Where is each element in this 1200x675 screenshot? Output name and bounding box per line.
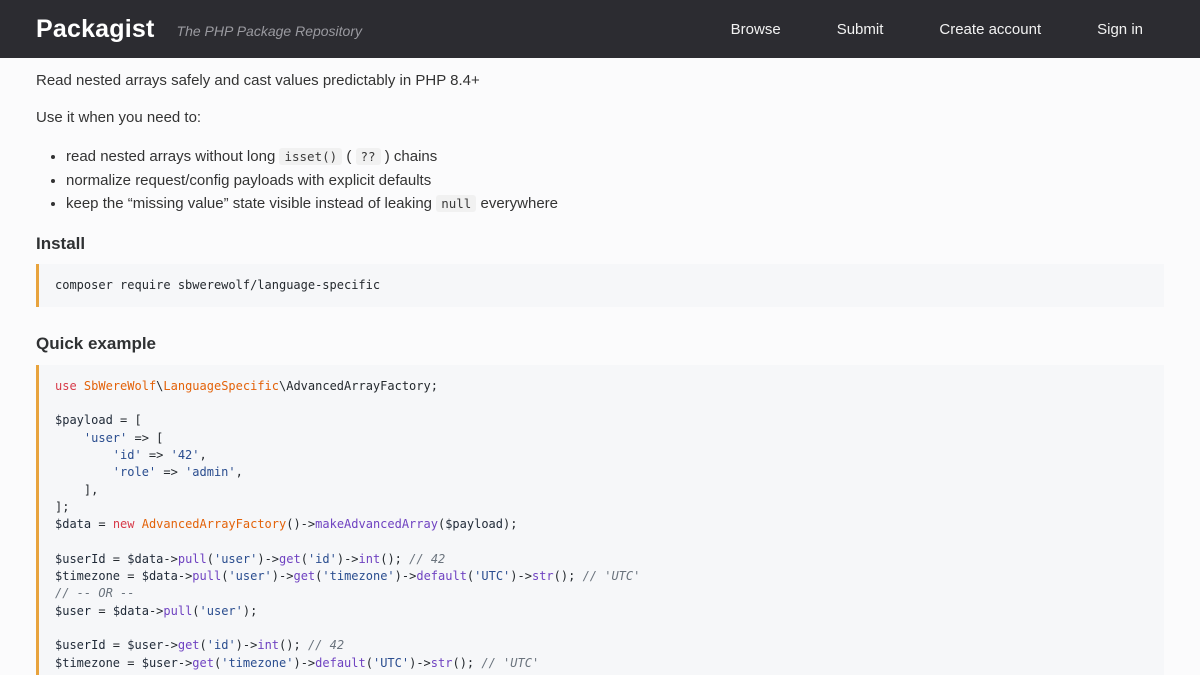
main-nav: Browse Submit Create account Sign in <box>675 21 1164 38</box>
nav-sign-in[interactable]: Sign in <box>1097 21 1143 38</box>
use-case-list: read nested arrays without long isset() … <box>36 145 1164 216</box>
top-navbar: Packagist The PHP Package Repository Bro… <box>0 0 1200 58</box>
list-item: normalize request/config payloads with e… <box>66 169 1164 193</box>
site-tagline: The PHP Package Repository <box>177 23 362 39</box>
install-heading: Install <box>36 234 1164 254</box>
quick-example-heading: Quick example <box>36 334 1164 354</box>
nav-submit[interactable]: Submit <box>837 21 884 38</box>
use-when-text: Use it when you need to: <box>36 109 1164 127</box>
list-item: keep the “missing value” state visible i… <box>66 192 1164 216</box>
package-summary: Read nested arrays safely and cast value… <box>36 72 1164 90</box>
packagist-logo[interactable]: Packagist <box>36 15 155 44</box>
list-item: read nested arrays without long isset() … <box>66 145 1164 169</box>
example-code-block: use SbWereWolf\LanguageSpecific\Advanced… <box>36 365 1164 675</box>
package-readme: Read nested arrays safely and cast value… <box>0 72 1200 675</box>
nav-browse[interactable]: Browse <box>731 21 781 38</box>
install-code-block: composer require sbwerewolf/language-spe… <box>36 264 1164 307</box>
nav-create-account[interactable]: Create account <box>939 21 1041 38</box>
